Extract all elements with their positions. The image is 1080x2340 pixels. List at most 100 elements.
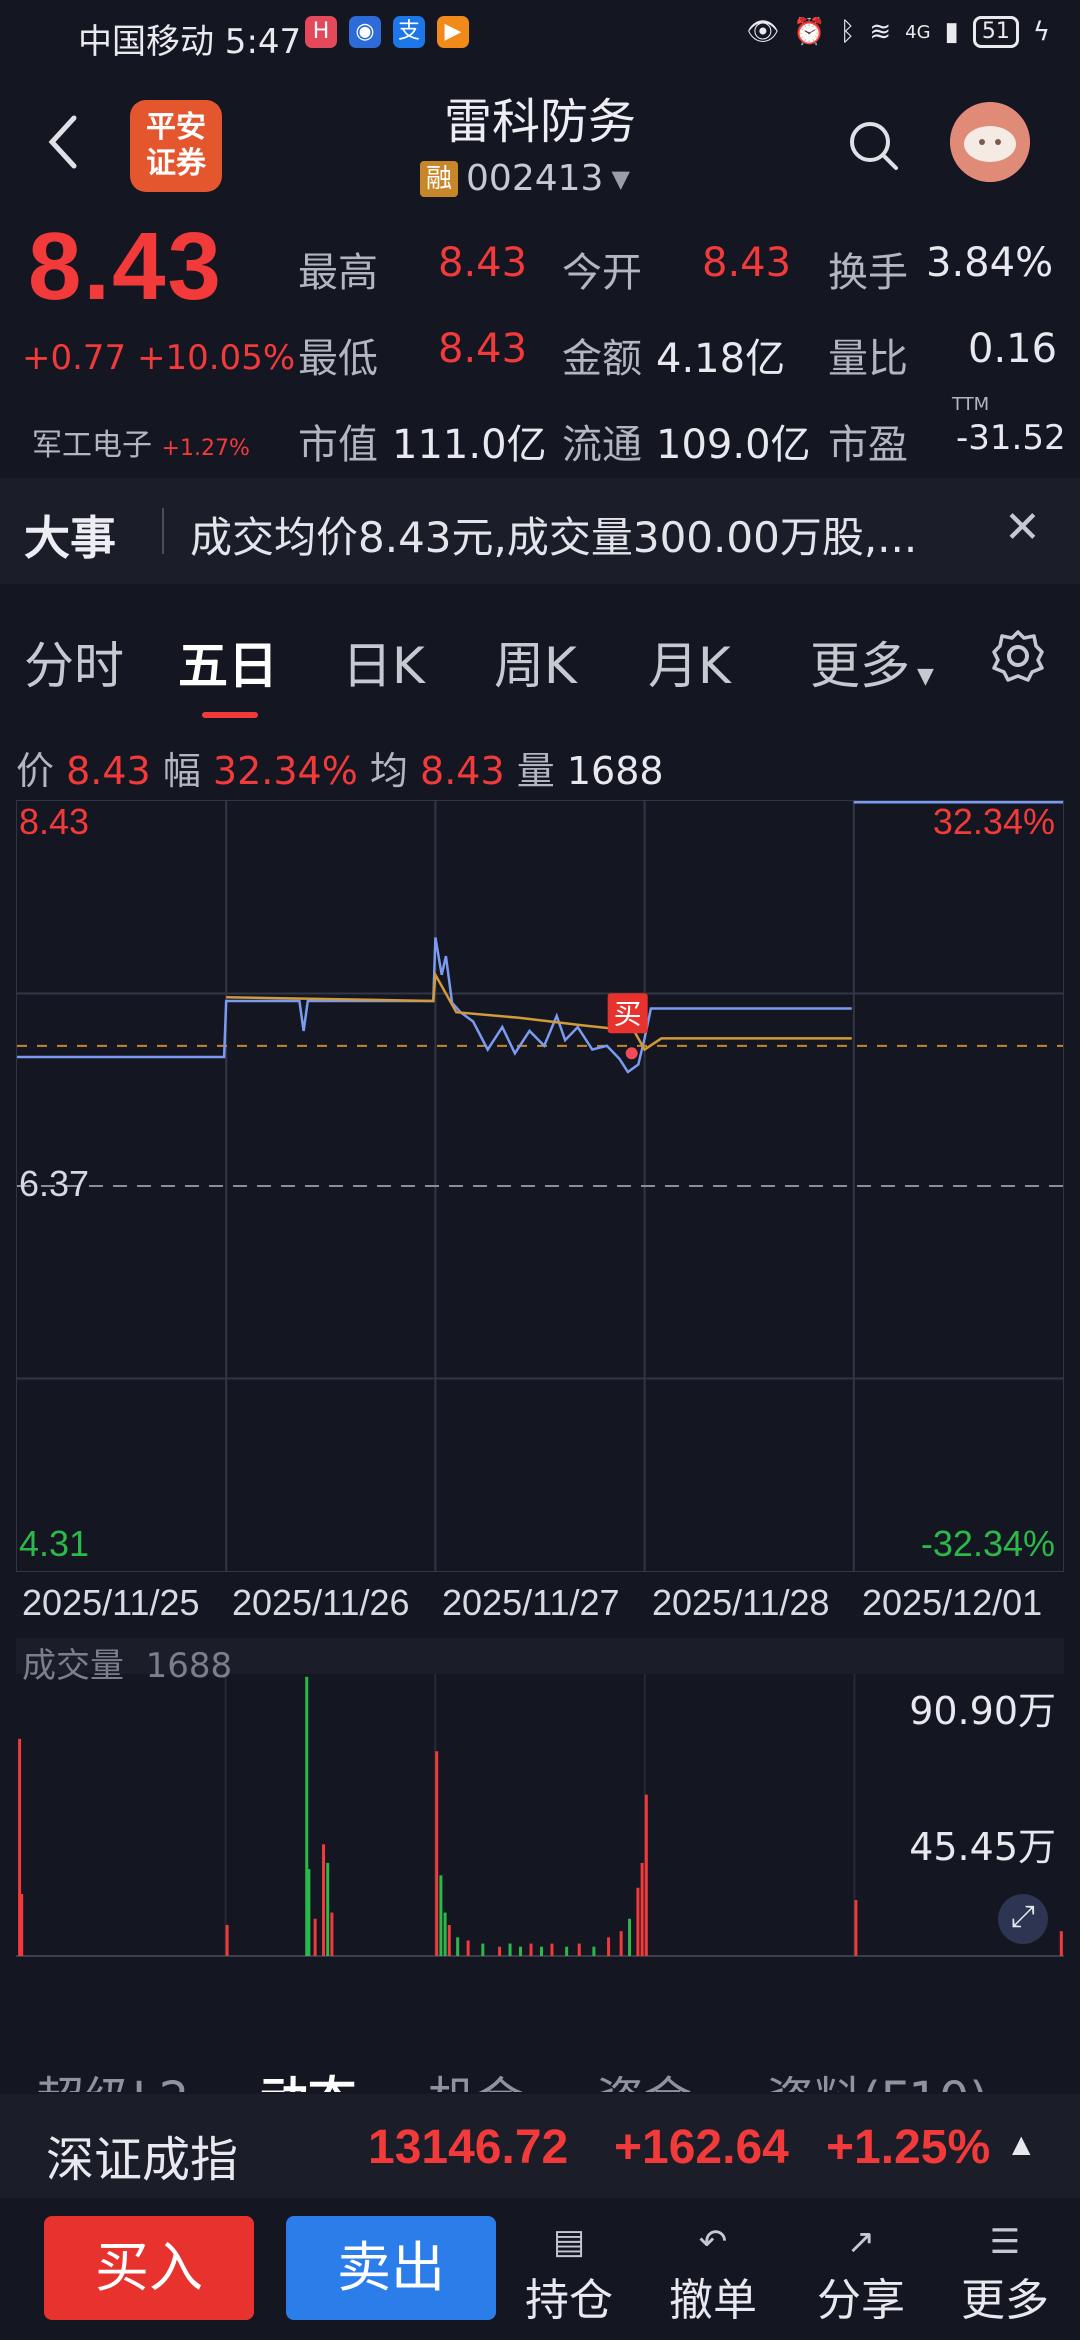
volume-mid-label: 45.45万	[909, 1825, 1056, 1869]
tab-more[interactable]: 更多 ▼	[810, 626, 934, 698]
buy-marker-label: 买	[614, 997, 642, 1030]
tab-super-l2[interactable]: 超级L2	[36, 2060, 189, 2092]
y-label-prev-close: 6.37	[19, 1163, 90, 1204]
bulb-app-icon: ◉	[349, 16, 381, 48]
video-app-icon: ▶	[437, 16, 469, 48]
index-ticker-bar[interactable]: 深证成指 13146.72 +162.64 +1.25% ▲	[0, 2094, 1080, 2198]
volume-title: 成交量 1688	[22, 1646, 233, 1686]
five-day-price-chart[interactable]: 买 8.43 6.37 4.31 32.34% -32.34%	[16, 800, 1064, 1572]
index-pct: +1.25%	[826, 2121, 991, 2174]
document-icon: ▤	[552, 2222, 586, 2262]
stock-code-row[interactable]: 融 002413 ▼	[420, 158, 630, 199]
settings-gear-icon[interactable]	[990, 628, 1046, 684]
volume-bar	[592, 1946, 596, 1956]
volume-bar	[447, 1924, 451, 1956]
volume-bar	[322, 1844, 326, 1956]
index-value: 13146.72	[368, 2121, 569, 2174]
news-divider	[162, 508, 164, 554]
search-icon[interactable]	[846, 118, 902, 174]
sector-info[interactable]: 军工电子 +1.27%	[32, 420, 250, 464]
volume-bar	[636, 1887, 640, 1956]
tab-dynamics[interactable]: 动态	[260, 2060, 356, 2092]
volume-max-label: 90.90万	[909, 1689, 1056, 1733]
status-app-icons: H ◉ 支 ▶	[305, 16, 469, 48]
share-button[interactable]: ↗ 分享	[806, 2220, 916, 2328]
volume-bar	[529, 1943, 533, 1956]
volume-bar	[565, 1946, 569, 1956]
volume-bar	[498, 1946, 502, 1956]
volume-chart[interactable]: 成交量 1688 90.90万 45.45万	[16, 1638, 1064, 1960]
index-name: 深证成指	[46, 2132, 239, 2188]
volume-bar	[443, 1912, 447, 1956]
high-label: 最高	[298, 250, 378, 296]
positions-button[interactable]: ▤ 持仓	[514, 2220, 624, 2328]
pe-ttm-tag: TTM	[952, 394, 990, 415]
news-banner[interactable]: 大事 成交均价8.43元,成交量300.00万股,... ✕	[0, 478, 1080, 584]
date-label: 2025/11/28	[652, 1582, 830, 1623]
volume-bar	[644, 1794, 648, 1956]
volume-bar	[519, 1946, 523, 1956]
eye-icon: 👁	[746, 17, 780, 47]
signal-icon: ▮	[944, 17, 959, 47]
tab-opportunity[interactable]: 机会	[428, 2060, 524, 2092]
huawei-mall-icon: H	[305, 16, 337, 48]
tab-daily-k[interactable]: 日K	[342, 626, 425, 698]
open-label: 今开	[562, 250, 642, 296]
tab-funds[interactable]: 资金	[596, 2060, 692, 2092]
volume-bar	[540, 1946, 543, 1956]
more-button[interactable]: ☰ 更多	[950, 2220, 1060, 2328]
tab-f10[interactable]: 资料(F10)	[766, 2060, 988, 2092]
carrier-time: 中国移动 5:47	[78, 22, 302, 62]
battery-icon: 51	[972, 16, 1019, 48]
info-average: 8.43	[420, 749, 505, 793]
wifi-icon: ≋	[869, 17, 892, 47]
volume-bar	[313, 1918, 317, 1956]
menu-icon: ☰	[989, 2222, 1021, 2262]
network-type: 4G	[905, 21, 931, 43]
tab-five-day[interactable]: 五日	[178, 626, 278, 698]
alipay-icon: 支	[393, 16, 425, 48]
index-change: +162.64	[614, 2121, 789, 2174]
volume-bar	[307, 1869, 311, 1956]
bluetooth-icon: ᛒ	[839, 17, 856, 47]
tab-intraday[interactable]: 分时	[24, 626, 124, 698]
volume-bar	[481, 1943, 485, 1956]
date-label: 2025/11/25	[22, 1582, 200, 1623]
date-label: 2025/12/01	[862, 1582, 1043, 1623]
volume-bar	[466, 1940, 470, 1956]
crosshair-info: 价 8.43 幅 32.34% 均 8.43 量 1688	[16, 749, 664, 793]
volume-bar	[330, 1912, 334, 1956]
buy-marker-dot	[625, 1047, 638, 1060]
stock-name: 雷科防务	[443, 94, 636, 150]
date-label: 2025/11/27	[442, 1582, 620, 1623]
status-bar: 中国移动 5:47 H ◉ 支 ▶ 👁 ⏰ ᛒ ≋ 4G ▮ 51 ϟ	[0, 0, 1080, 72]
alarm-icon: ⏰	[793, 17, 826, 47]
buy-button[interactable]: 买入	[44, 2216, 254, 2320]
cancel-order-button[interactable]: ↶ 撤单	[658, 2220, 768, 2328]
y-label-high: 8.43	[19, 801, 90, 842]
quote-panel: 8.43 +0.77 +10.05% 军工电子 +1.27% 最高 8.43 今…	[0, 212, 1080, 478]
expand-icon[interactable]: ⤢	[998, 1894, 1048, 1944]
news-tag: 大事	[24, 511, 116, 565]
y-label-pct-low: -32.34%	[920, 1523, 1055, 1564]
share-icon: ↗	[846, 2222, 876, 2262]
volume-bar	[508, 1943, 512, 1956]
caret-up-icon[interactable]: ▲	[1012, 2130, 1030, 2158]
assistant-avatar[interactable]	[950, 102, 1030, 182]
close-icon[interactable]: ✕	[1004, 502, 1041, 553]
trade-action-bar: 买入 卖出 ▤ 持仓 ↶ 撤单 ↗ 分享 ☰ 更多	[0, 2198, 1080, 2340]
volume-bar	[435, 1751, 439, 1956]
pe-value: -31.52	[956, 418, 1066, 458]
volume-bar	[607, 1937, 611, 1956]
volume-ratio-value: 0.16	[968, 326, 1058, 372]
tab-weekly-k[interactable]: 周K	[494, 626, 577, 698]
sell-button[interactable]: 卖出	[286, 2216, 496, 2320]
volume-bar	[1059, 1931, 1063, 1956]
caret-down-icon: ▼	[910, 664, 934, 689]
active-tab-indicator	[202, 712, 258, 718]
mktcap-value: 111.0亿	[392, 422, 547, 468]
volume-bar	[619, 1931, 623, 1956]
average-price-line	[226, 970, 852, 1052]
volume-bar	[854, 1900, 858, 1956]
tab-monthly-k[interactable]: 月K	[648, 626, 731, 698]
